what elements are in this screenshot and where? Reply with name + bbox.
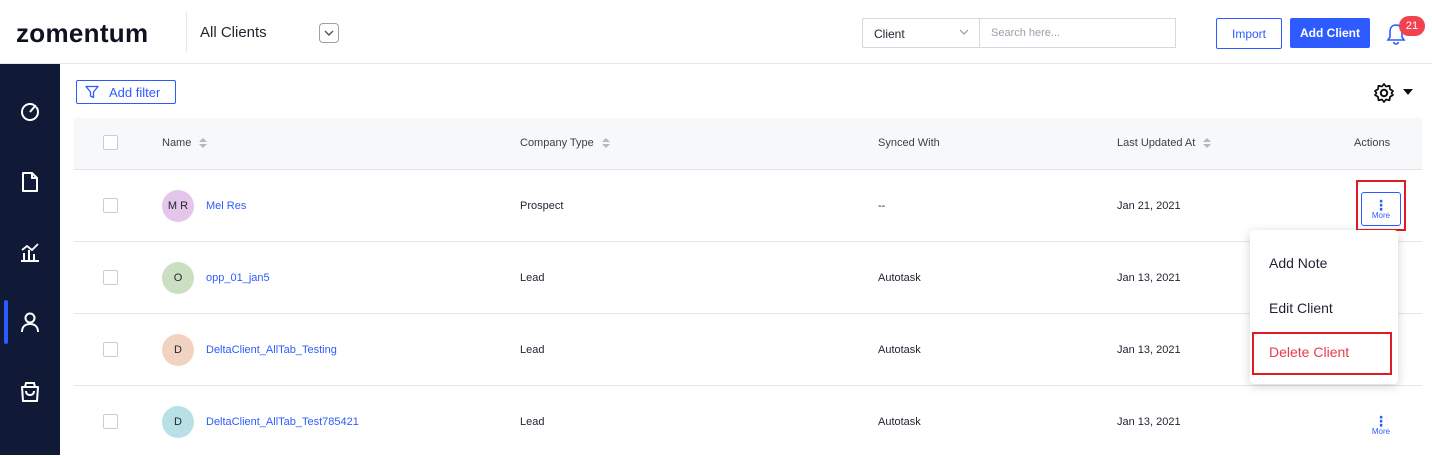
sidebar	[0, 64, 60, 455]
add-client-button[interactable]: Add Client	[1290, 18, 1370, 48]
avatar: D	[162, 334, 194, 366]
dashboard-icon	[21, 101, 40, 121]
table-row[interactable]: D DeltaClient_AllTab_Test785421 Lead Aut…	[74, 386, 1422, 458]
more-actions-button[interactable]: ⋮ More	[1361, 408, 1401, 442]
search-input[interactable]	[980, 18, 1176, 48]
add-filter-label: Add filter	[109, 84, 161, 100]
sort-icon[interactable]	[1203, 138, 1212, 148]
table-row[interactable]: O opp_01_jan5 Lead Autotask Jan 13, 2021	[74, 242, 1422, 314]
synced-with-cell: Autotask	[878, 416, 921, 428]
sidebar-item-dashboard[interactable]	[0, 89, 60, 133]
view-title: All Clients	[200, 24, 267, 41]
sidebar-item-products[interactable]	[0, 370, 60, 414]
client-name-link[interactable]: Mel Res	[206, 200, 246, 212]
more-vertical-icon: ⋮	[1374, 412, 1388, 429]
notification-count-badge: 21	[1399, 16, 1425, 36]
chevron-down-icon	[959, 29, 969, 35]
avatar: D	[162, 406, 194, 438]
column-header-name[interactable]: Name	[162, 137, 208, 149]
company-type-cell: Prospect	[520, 200, 564, 212]
column-header-synced-with: Synced With	[878, 137, 940, 149]
table-header: Name Company Type Synced With Last Updat…	[74, 118, 1422, 170]
sidebar-item-reports[interactable]	[0, 230, 60, 274]
chevron-down-icon	[324, 30, 334, 36]
menu-item-add-note[interactable]: Add Note	[1269, 255, 1327, 271]
row-checkbox[interactable]	[103, 198, 118, 213]
sort-icon[interactable]	[601, 138, 610, 148]
synced-with-cell: Autotask	[878, 272, 921, 284]
table-row[interactable]: M R Mel Res Prospect -- Jan 21, 2021 ⋮ M…	[74, 170, 1422, 242]
avatar: M R	[162, 190, 194, 222]
view-dropdown-button[interactable]	[319, 23, 339, 43]
filter-icon	[85, 85, 99, 99]
menu-item-edit-client[interactable]: Edit Client	[1269, 300, 1333, 316]
import-button[interactable]: Import	[1216, 18, 1282, 49]
shopping-bag-icon	[21, 382, 39, 402]
highlight-box-more	[1356, 180, 1406, 231]
app-logo: zomentum	[16, 18, 149, 48]
search-type-select[interactable]: Client	[862, 18, 980, 48]
add-filter-button[interactable]: Add filter	[76, 80, 176, 104]
synced-with-cell: Autotask	[878, 344, 921, 356]
last-updated-cell: Jan 13, 2021	[1117, 344, 1181, 356]
highlight-box-delete	[1252, 332, 1392, 375]
document-icon	[22, 172, 38, 192]
row-checkbox[interactable]	[103, 414, 118, 429]
sort-icon[interactable]	[199, 138, 208, 148]
company-type-cell: Lead	[520, 416, 545, 428]
company-type-cell: Lead	[520, 344, 545, 356]
last-updated-cell: Jan 13, 2021	[1117, 272, 1181, 284]
row-checkbox[interactable]	[103, 342, 118, 357]
sidebar-item-clients[interactable]	[0, 300, 60, 344]
synced-with-cell: --	[878, 200, 886, 212]
company-type-cell: Lead	[520, 272, 545, 284]
client-name-link[interactable]: DeltaClient_AllTab_Testing	[206, 344, 337, 356]
top-header: zomentum All Clients Client Import Add C…	[0, 0, 1432, 64]
chart-icon	[21, 243, 39, 262]
gear-icon[interactable]	[1373, 82, 1395, 104]
table-row[interactable]: D DeltaClient_AllTab_Testing Lead Autota…	[74, 314, 1422, 386]
client-name-link[interactable]: opp_01_jan5	[206, 272, 270, 284]
last-updated-cell: Jan 21, 2021	[1117, 200, 1181, 212]
last-updated-cell: Jan 13, 2021	[1117, 416, 1181, 428]
sidebar-item-documents[interactable]	[0, 160, 60, 204]
caret-down-icon[interactable]	[1403, 89, 1413, 95]
row-checkbox[interactable]	[103, 270, 118, 285]
header-divider	[186, 12, 187, 52]
search-type-value: Client	[874, 27, 905, 41]
column-header-last-updated[interactable]: Last Updated At	[1117, 137, 1212, 149]
client-name-link[interactable]: DeltaClient_AllTab_Test785421	[206, 416, 359, 428]
avatar: O	[162, 262, 194, 294]
select-all-checkbox[interactable]	[103, 135, 118, 150]
person-icon	[21, 312, 39, 333]
column-header-company-type[interactable]: Company Type	[520, 137, 610, 149]
column-header-actions: Actions	[1354, 137, 1391, 149]
